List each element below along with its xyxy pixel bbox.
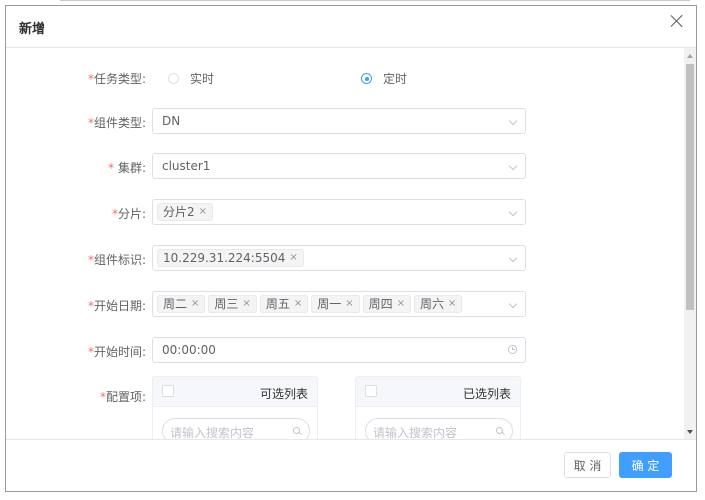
selected-list-header: 已选列表 bbox=[356, 377, 520, 407]
scroll-down-arrow-icon[interactable] bbox=[687, 430, 693, 434]
search-icon bbox=[496, 427, 503, 434]
available-search-input[interactable]: 请输入搜索内容 bbox=[162, 418, 310, 440]
selected-list-title: 已选列表 bbox=[462, 387, 511, 401]
dialog-footer: 取 消 确 定 bbox=[6, 439, 696, 491]
dialog-header: 新增 bbox=[6, 6, 696, 48]
available-list-header: 可选列表 bbox=[153, 377, 317, 407]
confirm-button[interactable]: 确 定 bbox=[619, 452, 672, 478]
selected-select-all-checkbox[interactable] bbox=[365, 385, 377, 397]
scrollbar-thumb[interactable] bbox=[686, 64, 694, 310]
cancel-button[interactable]: 取 消 bbox=[564, 452, 611, 478]
available-list-title: 可选列表 bbox=[259, 387, 308, 401]
dialog-title: 新增 bbox=[19, 22, 46, 37]
selected-search-input[interactable]: 请输入搜索内容 bbox=[365, 418, 513, 440]
add-dialog: 新增 *任务类型: 实时 定时 *组件类型: DN * 集群: cluster1… bbox=[5, 5, 697, 492]
selected-list-panel: 已选列表 请输入搜索内容 bbox=[355, 376, 521, 440]
close-icon[interactable] bbox=[668, 12, 686, 30]
vertical-scrollbar[interactable] bbox=[684, 48, 696, 440]
available-list-panel: 可选列表 请输入搜索内容 bbox=[152, 376, 318, 440]
scroll-up-arrow-icon[interactable] bbox=[687, 54, 693, 58]
search-icon bbox=[293, 427, 300, 434]
top-divider bbox=[60, 0, 690, 1]
transfer-area: 可选列表 请输入搜索内容 已选列表 请输入搜索内容 bbox=[6, 48, 684, 440]
available-select-all-checkbox[interactable] bbox=[162, 385, 174, 397]
